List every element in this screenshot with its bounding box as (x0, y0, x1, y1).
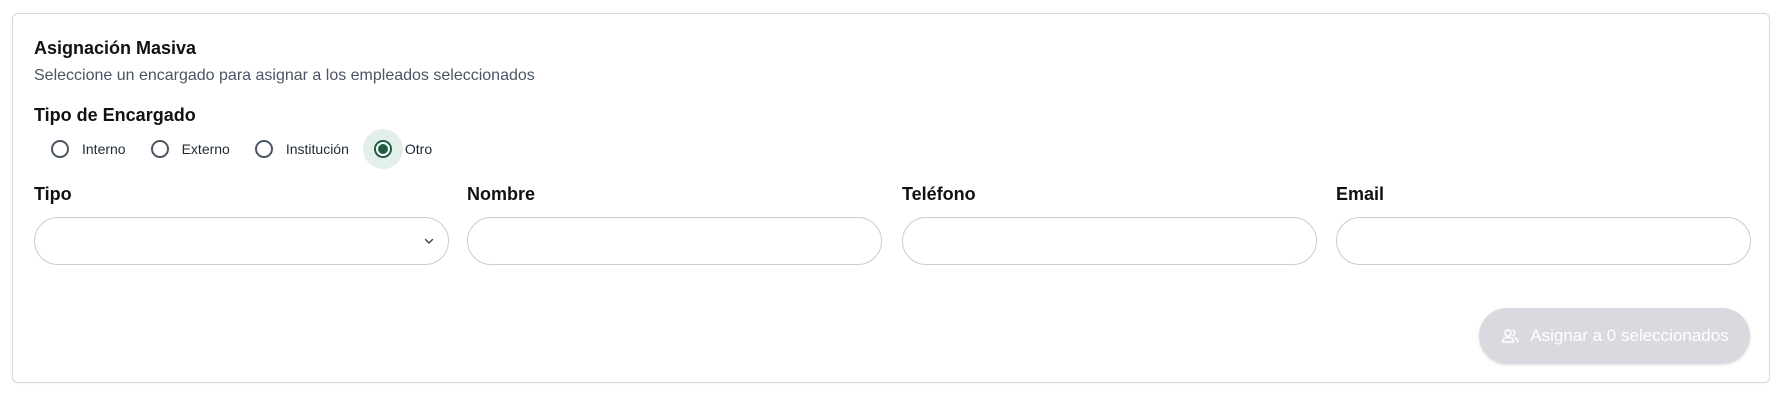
radio-button-interno[interactable] (51, 140, 69, 158)
email-field: Email (1336, 183, 1751, 265)
radio-option-institucion[interactable]: Institución (244, 129, 363, 169)
telefono-field: Teléfono (902, 183, 1317, 265)
email-label: Email (1336, 184, 1385, 204)
card-subtitle: Seleccione un encargado para asignar a l… (34, 67, 535, 84)
tipo-select-value[interactable] (35, 218, 448, 264)
radio-button-institucion[interactable] (254, 140, 273, 158)
telefono-input-box[interactable] (902, 217, 1317, 265)
radio-label-interno: Interno (82, 141, 126, 157)
radio-hit-area[interactable] (40, 129, 80, 169)
nombre-label: Nombre (467, 184, 536, 204)
email-input[interactable] (1337, 218, 1750, 264)
manager-type-radio-group: Interno Externo Institución Otro (40, 129, 446, 169)
radio-hit-area[interactable] (244, 129, 284, 169)
nombre-field: Nombre (467, 183, 882, 265)
chevron-down-icon (424, 238, 434, 244)
radio-option-otro[interactable]: Otro (362, 129, 446, 169)
manager-type-label: Tipo de Encargado (34, 105, 196, 125)
telefono-input[interactable] (903, 218, 1316, 264)
radio-hit-area[interactable] (140, 129, 180, 169)
nombre-input-box[interactable] (467, 217, 882, 265)
radio-option-externo[interactable]: Externo (140, 129, 244, 169)
radio-label-otro: Otro (404, 141, 433, 157)
users-icon (1502, 329, 1519, 343)
assign-selected-label: Asignar a 0 seleccionados (1530, 326, 1729, 345)
assign-selected-button[interactable]: Asignar a 0 seleccionados (1479, 308, 1750, 364)
radio-selected-dot (377, 144, 388, 154)
radio-option-interno[interactable]: Interno (40, 129, 140, 169)
tipo-select[interactable] (34, 217, 449, 265)
email-input-box[interactable] (1336, 217, 1751, 265)
radio-hit-area-selected[interactable] (362, 129, 403, 169)
nombre-input[interactable] (468, 218, 881, 264)
tipo-label: Tipo (34, 184, 72, 204)
radio-label-institucion: Institución (285, 141, 349, 157)
radio-button-externo[interactable] (150, 140, 169, 158)
telefono-label: Teléfono (902, 184, 976, 204)
radio-button-otro[interactable] (373, 140, 392, 158)
tipo-field: Tipo (34, 183, 449, 265)
radio-label-externo: Externo (181, 141, 230, 157)
card-title: Asignación Masiva (34, 38, 197, 58)
